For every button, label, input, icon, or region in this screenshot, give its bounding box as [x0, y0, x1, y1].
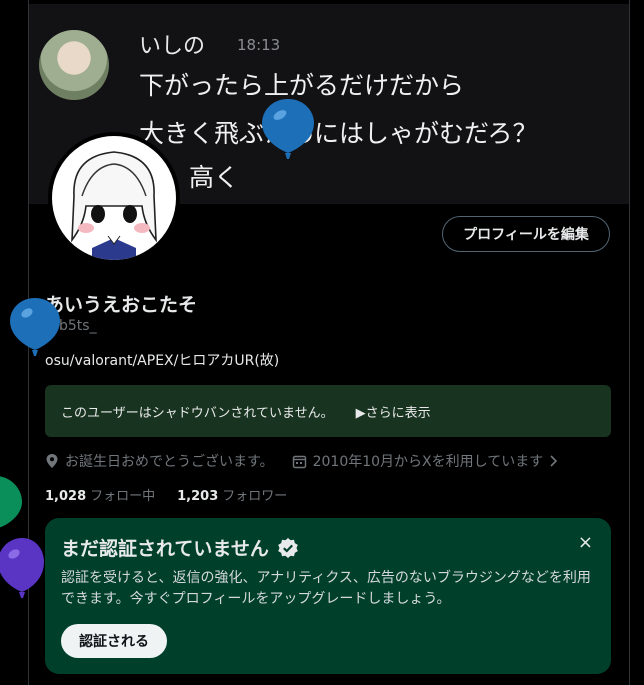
show-more-link[interactable]: ▶さらに表示: [356, 402, 431, 421]
joined-text: 2010年10月からXを利用しています: [312, 454, 544, 470]
joined-item[interactable]: 2010年10月からXを利用しています: [292, 451, 566, 471]
blue-balloon-icon: [262, 99, 314, 159]
profile-column: いしの 18:13 下がったら上がるだけだから 大きく飛ぶためにはしゃがむだろ？…: [28, 0, 630, 685]
following-link[interactable]: 1,028 フォロー中: [45, 485, 155, 504]
get-verified-button[interactable]: 認証される: [61, 624, 167, 658]
green-balloon-icon: [0, 476, 22, 528]
purple-balloon-icon: [0, 538, 44, 598]
profile-bio: osu/valorant/APEX/ヒロアカUR(故): [45, 353, 280, 369]
following-label: フォロー中: [90, 489, 156, 504]
location-item: お誕生日おめでとうございます。: [45, 451, 274, 471]
close-icon[interactable]: ×: [578, 532, 593, 553]
followers-label: フォロワー: [222, 489, 288, 504]
verified-badge-icon: [278, 537, 298, 558]
calendar-icon: [292, 455, 306, 468]
banner-avatar: [39, 30, 109, 100]
followers-link[interactable]: 1,203 フォロワー: [177, 485, 287, 504]
shadowban-text: このユーザーはシャドウバンされていません。: [61, 405, 334, 421]
avatar-illustration: [52, 136, 176, 260]
location-text: お誕生日おめでとうございます。: [65, 454, 274, 470]
banner-text-line-2: 大きく飛ぶためにはしゃがむだろ？: [139, 119, 538, 148]
edit-profile-button[interactable]: プロフィールを編集: [442, 216, 610, 252]
following-count: 1,028: [45, 489, 87, 504]
followers-count: 1,203: [177, 489, 219, 504]
location-pin-icon: [46, 454, 58, 468]
blue-balloon-icon: [10, 298, 60, 356]
display-name: あいうえおこたそ: [45, 294, 198, 316]
chevron-right-icon: [550, 455, 558, 467]
verify-title: まだ認証されていません: [61, 538, 269, 560]
verify-description: 認証を受けると、返信の強化、アナリティクス、広告のないブラウジングなどを利用でき…: [61, 570, 591, 607]
verify-title-row: まだ認証されていません: [61, 534, 299, 561]
banner-time: 18:13: [237, 36, 281, 54]
verification-promo-card: まだ認証されていません × 認証を受けると、返信の強化、アナリティクス、広告のな…: [45, 518, 611, 674]
shadowban-status-box: このユーザーはシャドウバンされていません。 ▶さらに表示: [45, 385, 611, 437]
follow-stats: 1,028 フォロー中 1,203 フォロワー: [45, 485, 309, 504]
banner-name: いしの: [139, 34, 206, 59]
profile-meta: お誕生日おめでとうございます。 2010年10月からXを利用しています: [45, 451, 583, 471]
profile-avatar[interactable]: [48, 132, 180, 264]
